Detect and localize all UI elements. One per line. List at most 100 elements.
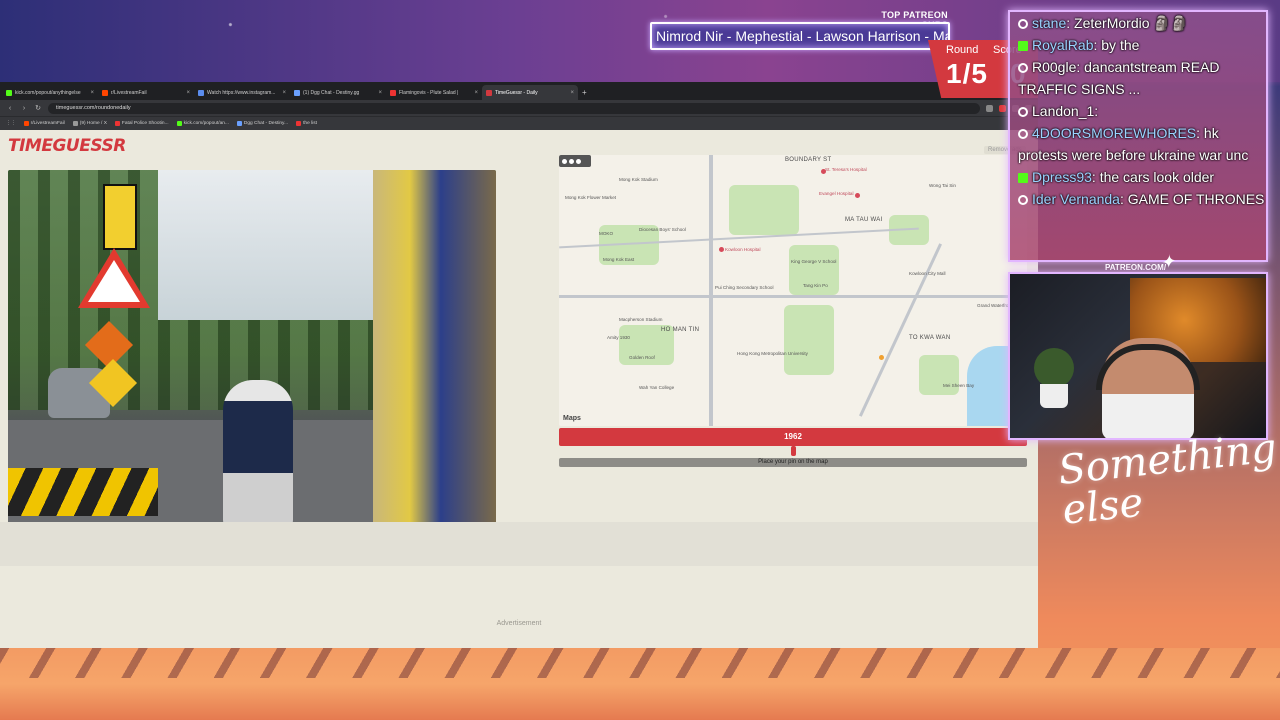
chat-text: : [1094,103,1099,119]
map-label: Diocesan Boys' School [639,227,686,232]
map-controls[interactable] [559,155,591,167]
round-photo [8,170,496,536]
chat-username[interactable]: Ider Vernanda [1032,191,1120,207]
browser-tab[interactable]: Watch https://www.instagram... × [194,85,290,100]
tab-label: Watch https://www.instagram... [207,89,276,96]
bookmark-favicon-icon [296,121,302,126]
map-label: Amity 1930 [607,335,630,340]
chat-message: Dpress93: the cars look older [1010,166,1266,188]
moderator-badge-icon [1018,107,1028,117]
something-else-logo: Something else [1056,425,1279,534]
map-label: St. Teresa's Hospital [825,167,867,172]
tab-favicon-icon [294,89,300,96]
bookmark-favicon-icon [23,121,29,126]
chat-username[interactable]: R00gle [1032,59,1076,75]
extension-icon[interactable] [999,104,1006,112]
browser-tab[interactable]: (1) Dgg Chat - Destiny.gg × [290,85,386,100]
map-label: Wong Tai Sin [929,183,956,188]
moderator-badge-icon [1018,195,1028,205]
advertisement-label: Advertisement [496,620,542,627]
round-value: 1/5 [946,58,988,89]
close-tab-icon[interactable]: × [378,90,382,96]
chat-message: R00gle: dancantstream READ TRAFFIC SIGNS… [1010,56,1266,100]
map-label: HO MAN TIN [661,327,700,333]
map-label: Kowloon City Mall [909,271,946,276]
kick-badge-icon [1018,41,1028,51]
url-field[interactable]: timeguessr.com/roundonedaily [48,102,980,114]
tab-label: Flamingovis - Plute Salad | [399,89,459,96]
traffic-sign [103,184,137,250]
tab-favicon-icon [102,89,108,96]
apps-grid-icon[interactable]: ⋮⋮ [6,121,16,126]
close-tab-icon[interactable]: × [186,90,190,96]
timeguessr-logo[interactable]: TIMEGUESSR [8,136,126,156]
chat-text: : GAME OF THRONES [1119,191,1265,207]
bookmark-favicon-icon [72,121,78,126]
map-label: Evangel Hospital [819,191,854,196]
chat-text: : by the [1093,37,1140,53]
patreon-url: PATREON.COM/ [1105,263,1167,272]
close-tab-icon[interactable]: × [282,90,286,96]
chat-text: : ZeterMordio 🗿🗿 [1066,15,1189,31]
map-label: Mong Kok Flower Market [565,195,617,200]
year-slider-track[interactable]: 1962 [559,428,1027,446]
chat-username[interactable]: 4DOORSMOREWHORES [1032,125,1196,141]
bookmark-item[interactable]: r/LivestreamFail [23,121,65,126]
browser-tab[interactable]: r/LivestreamFail × [98,85,194,100]
bookmark-item[interactable]: Dgg Chat - Destiny... [236,121,288,126]
close-tab-icon[interactable]: × [570,90,574,96]
forward-icon[interactable]: › [20,105,28,112]
bookmark-favicon-icon [236,121,242,126]
close-tab-icon[interactable]: × [90,90,94,96]
bookmark-label: (9) Home / X [79,121,107,126]
bookmark-star-icon[interactable] [986,104,993,112]
chat-username[interactable]: Landon_1 [1032,103,1094,119]
submit-guess-button[interactable]: Place your pin on the map [559,458,1027,467]
warning-sign [78,248,150,308]
close-tab-icon[interactable]: × [474,90,478,96]
map-label: Mong Kok Stadium [619,177,658,182]
back-icon[interactable]: ‹ [6,105,14,112]
bookmark-favicon-icon [176,121,182,126]
browser-tab[interactable]: kick.com/popout/anythingelse × [2,85,98,100]
map-label: Mei Sheen Bay [943,383,975,388]
chat-username[interactable]: RoyalRab [1032,37,1093,53]
browser-tab[interactable]: TimeGuessr - Daily × [482,85,578,100]
moderator-badge-icon [1018,63,1028,73]
bookmark-label: kick.com/popout/an... [183,121,229,126]
webcam-feed [1008,272,1268,440]
map-label: MA TAU WAI [845,217,883,223]
bookmark-item[interactable]: Fatal Police Shootin... [114,121,169,126]
chat-message: stane: ZeterMordio 🗿🗿 [1010,12,1266,34]
chat-username[interactable]: Dpress93 [1032,169,1092,185]
chat-username[interactable]: stane [1032,15,1066,31]
tab-favicon-icon [486,89,492,96]
kick-badge-icon [1018,173,1028,183]
bookmark-label: Fatal Police Shootin... [121,121,169,126]
reload-icon[interactable]: ↻ [34,104,42,112]
tab-favicon-icon [198,89,204,96]
year-slider-handle[interactable] [791,446,796,456]
bookmark-item[interactable]: the list [296,121,317,126]
map-label: Pui Ching Secondary School [715,285,774,290]
stream-chat: stane: ZeterMordio 🗿🗿 RoyalRab: by the R00… [1008,10,1268,262]
new-tab-button[interactable]: + [578,85,591,100]
chat-message: 4DOORSMOREWHORES: hk protests were befor… [1010,122,1266,166]
stream-overlay-bottom [0,648,1280,720]
map-label: Tang Kin Po [803,283,828,288]
browser-tab[interactable]: Flamingovis - Plute Salad | × [386,85,482,100]
map-label: Hong Kong Metropolitan University [737,351,808,356]
moderator-badge-icon [1018,19,1028,29]
moderator-badge-icon [1018,129,1028,139]
tab-label: TimeGuessr - Daily [495,89,538,96]
bookmark-item[interactable]: (9) Home / X [72,121,107,126]
police-motorcycle [223,380,293,530]
map-label: Wah Yan College [639,385,675,390]
guess-map[interactable]: BOUNDARY ST St. Teresa's Hospital Evange… [559,155,1027,426]
bookmark-label: the list [303,121,317,126]
bookmark-item[interactable]: kick.com/popout/an... [176,121,229,126]
hospital-pin-icon [719,247,724,252]
tab-label: (1) Dgg Chat - Destiny.gg [303,89,360,96]
ad-container [0,522,1038,566]
chat-message: RoyalRab: by the [1010,34,1266,56]
